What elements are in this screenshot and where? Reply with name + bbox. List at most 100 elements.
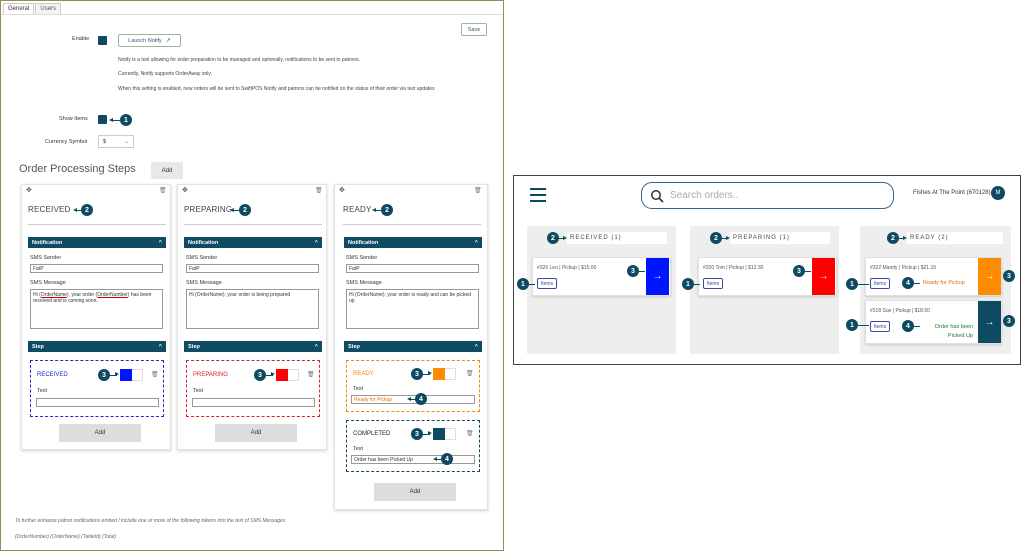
trash-icon[interactable]: 🗑 [307,371,315,378]
trash-icon[interactable]: 🗑 [315,187,323,194]
notify-settings-panel: General Users Save Enable Launch Notify … [0,0,504,551]
column-received: 2 RECEIVED (1) #326 Leo | Pickup | $15.0… [517,226,676,354]
description-support: Currently, Notify supports OrderAway onl… [118,71,212,77]
step-text-input[interactable]: Order has been Picked Up [351,455,475,464]
color-swatch[interactable] [120,369,132,381]
order-card[interactable]: #322 Mandy | Pickup | $21.15 Items 4 Rea… [865,257,1002,296]
sms-message-label: SMS Message [346,280,382,286]
callout-4-badge: 4 [441,453,453,465]
column-preparing: 2 PREPARING (1) #320 Tom | Pickup | $12.… [682,226,839,354]
step-text-input[interactable] [36,398,159,407]
callout-3-badge: 3 [254,369,266,381]
external-link-icon: ↗ [165,38,171,44]
sms-message-textarea[interactable]: Hi (OrderName), your order is ready and … [346,289,479,329]
color-swatch-blank [132,369,143,381]
order-name: Mandy [882,265,898,271]
order-card[interactable]: #326 Leo | Pickup | $15.00 Items → 3 [532,257,671,296]
order-type: Pickup [895,308,911,314]
notification-header[interactable]: Notification ^ [184,237,322,248]
order-total: $21.15 [920,265,937,271]
callout-arrow-icon [271,372,275,376]
step-header[interactable]: Step ^ [28,341,166,352]
msg-mid: ), your order ( [66,292,98,298]
order-number: #322 [870,265,882,271]
step-header[interactable]: Step ^ [344,341,482,352]
items-button[interactable]: Items [537,278,557,289]
sms-message-textarea[interactable]: Hi (OrderName), your order (OrderNumber)… [30,289,163,329]
order-name: Leo [549,265,558,271]
save-button[interactable]: Save [461,23,487,36]
trash-icon[interactable]: 🗑 [151,371,159,378]
callout-2-badge: 2 [887,232,899,244]
add-step-button[interactable]: Add [151,162,183,179]
trash-icon[interactable]: 🗑 [159,187,167,194]
order-card[interactable]: #318 Sue | Pickup | $18.50 Items 4 Order… [865,300,1002,344]
step-header[interactable]: Step ^ [184,341,322,352]
separator: | [745,265,747,271]
avatar[interactable]: M [991,186,1005,200]
callout-4-badge: 4 [415,393,427,405]
separator: | [918,265,920,271]
enable-checkbox[interactable] [98,36,107,45]
advance-button[interactable]: → [978,301,1001,343]
color-swatch[interactable] [433,428,445,440]
footer-note: To further enhance patron notifications … [15,518,286,524]
show-items-checkbox[interactable] [98,115,107,124]
currency-label: Currency Symbol [45,139,88,145]
tab-divider [1,14,503,15]
color-swatch[interactable] [276,369,288,381]
callout-3-badge: 3 [793,265,805,277]
items-button[interactable]: Items [870,321,890,332]
trash-icon[interactable]: 🗑 [474,187,482,194]
move-icon[interactable]: ✥ [26,186,32,194]
search-input[interactable]: Search orders.. [670,190,738,201]
add-button[interactable]: Add [215,424,297,442]
separator: | [911,308,914,314]
sms-sender-label: SMS Sender [186,255,218,261]
step-box: RECEIVED 3 🗑 Text [30,360,164,417]
items-button[interactable]: Items [703,278,723,289]
advance-button[interactable]: → [812,258,835,295]
order-type: Pickup [728,265,744,271]
sms-sender-input[interactable]: FatP [186,264,319,273]
sms-sender-input[interactable]: FatP [346,264,479,273]
move-icon[interactable]: ✥ [182,186,188,194]
tab-users[interactable]: Users [35,3,62,14]
add-button[interactable]: Add [374,483,456,501]
step-box: PREPARING 3 🗑 Text [186,360,320,417]
callout-3-badge: 3 [627,265,639,277]
order-total: $15.00 [581,265,597,271]
chevron-up-icon: ^ [158,239,162,246]
arrow-right-icon: → [818,271,829,282]
notification-header[interactable]: Notification ^ [28,237,166,248]
trash-icon[interactable]: 🗑 [466,370,474,377]
items-button[interactable]: Items [870,278,890,289]
trash-icon[interactable]: 🗑 [466,430,474,437]
order-card[interactable]: #320 Tom | Pickup | $12.30 Items → 3 [698,257,837,296]
sms-message-textarea[interactable]: Hi (OrderName), your order is being prep… [186,289,319,329]
advance-button[interactable]: → [978,258,1001,295]
advance-button[interactable]: → [646,258,669,295]
separator: | [892,308,895,314]
color-swatch[interactable] [433,368,445,380]
notification-header[interactable]: Notification ^ [344,237,482,248]
sms-sender-label: SMS Sender [30,255,62,261]
chevron-down-icon: ⌄ [124,138,129,145]
order-number: #320 [703,265,715,271]
sms-sender-input[interactable]: FatP [30,264,163,273]
currency-select[interactable]: $ ⌄ [98,135,134,148]
color-swatch-blank [445,368,456,380]
search-bar[interactable]: Search orders.. [641,182,894,209]
tab-general[interactable]: General [3,3,35,14]
step-card-ready: ✥ 🗑 READY 2 Notification ^ SMS Sender Fat… [334,184,488,510]
order-name: Sue [882,308,892,314]
order-type: Pickup [561,265,577,271]
order-number: #326 [537,265,549,271]
add-button[interactable]: Add [59,424,141,442]
step-name: COMPLETED [353,431,391,437]
hamburger-menu-icon[interactable] [530,188,546,202]
launch-notify-button[interactable]: Launch Notify ↗ [118,34,181,47]
move-icon[interactable]: ✥ [339,186,345,194]
step-text-input[interactable] [192,398,315,407]
step-name: READY [353,371,374,377]
